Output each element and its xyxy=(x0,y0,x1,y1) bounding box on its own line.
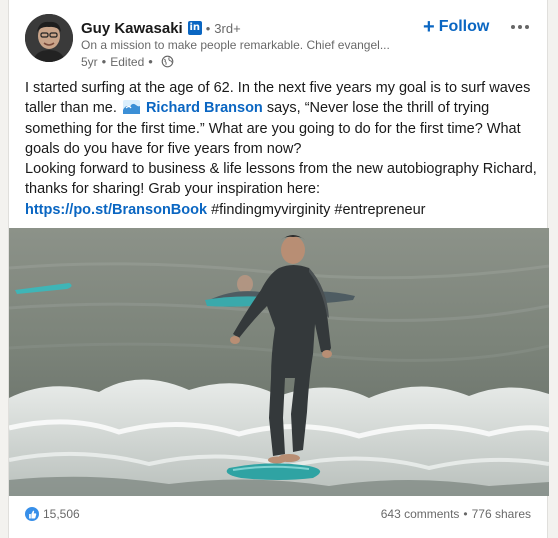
separator-dot: • xyxy=(148,54,153,69)
author-headline: On a mission to make people remarkable. … xyxy=(81,38,390,52)
separator-dot: • xyxy=(101,54,107,69)
post-paragraph-2: Looking forward to business & life lesso… xyxy=(25,159,537,200)
separator-dot: • xyxy=(205,20,211,36)
wave-emoji-icon xyxy=(122,100,140,115)
author-name-row: Guy Kawasaki in • 3rd+ xyxy=(81,18,241,38)
post-card: Guy Kawasaki in • 3rd+ On a mission to m… xyxy=(8,0,549,538)
like-reaction-icon xyxy=(25,507,39,521)
edited-label: Edited xyxy=(110,54,145,69)
post-meta: 5yr • Edited • xyxy=(81,54,174,69)
linkedin-badge-icon: in xyxy=(187,21,202,35)
avatar[interactable] xyxy=(25,14,73,62)
shares-count[interactable]: 776 shares xyxy=(472,507,531,521)
follow-button[interactable]: + Follow xyxy=(423,14,489,40)
post-paragraph-1: I started surfing at the age of 62. In t… xyxy=(25,78,537,159)
post-url-link[interactable]: https://po.st/BransonBook xyxy=(25,202,207,218)
separator-dot: • xyxy=(463,507,468,521)
globe-icon xyxy=(161,55,174,68)
hashtag-link[interactable]: #findingmyvirginity xyxy=(211,202,330,218)
reactions-summary[interactable]: 15,506 xyxy=(25,504,80,524)
post-paragraph-3: https://po.st/BransonBook #findingmyvirg… xyxy=(25,200,537,220)
post-age: 5yr xyxy=(81,54,98,69)
comments-count[interactable]: 643 comments xyxy=(381,507,460,521)
hashtag-link[interactable]: #entrepreneur xyxy=(334,202,425,218)
ellipsis-icon[interactable] xyxy=(507,14,533,40)
post-image[interactable] xyxy=(9,228,549,496)
follow-label: Follow xyxy=(438,18,490,35)
plus-icon: + xyxy=(423,16,435,38)
reaction-count: 15,506 xyxy=(43,507,80,521)
engagement-counts: 643 comments • 776 shares xyxy=(381,504,531,524)
author-name[interactable]: Guy Kawasaki xyxy=(81,20,183,37)
post-body: I started surfing at the age of 62. In t… xyxy=(25,78,537,220)
post-line-2: Looking forward to business & life lesso… xyxy=(25,161,537,198)
mention-link[interactable]: Richard Branson xyxy=(146,100,263,116)
connection-degree: 3rd+ xyxy=(214,20,241,36)
